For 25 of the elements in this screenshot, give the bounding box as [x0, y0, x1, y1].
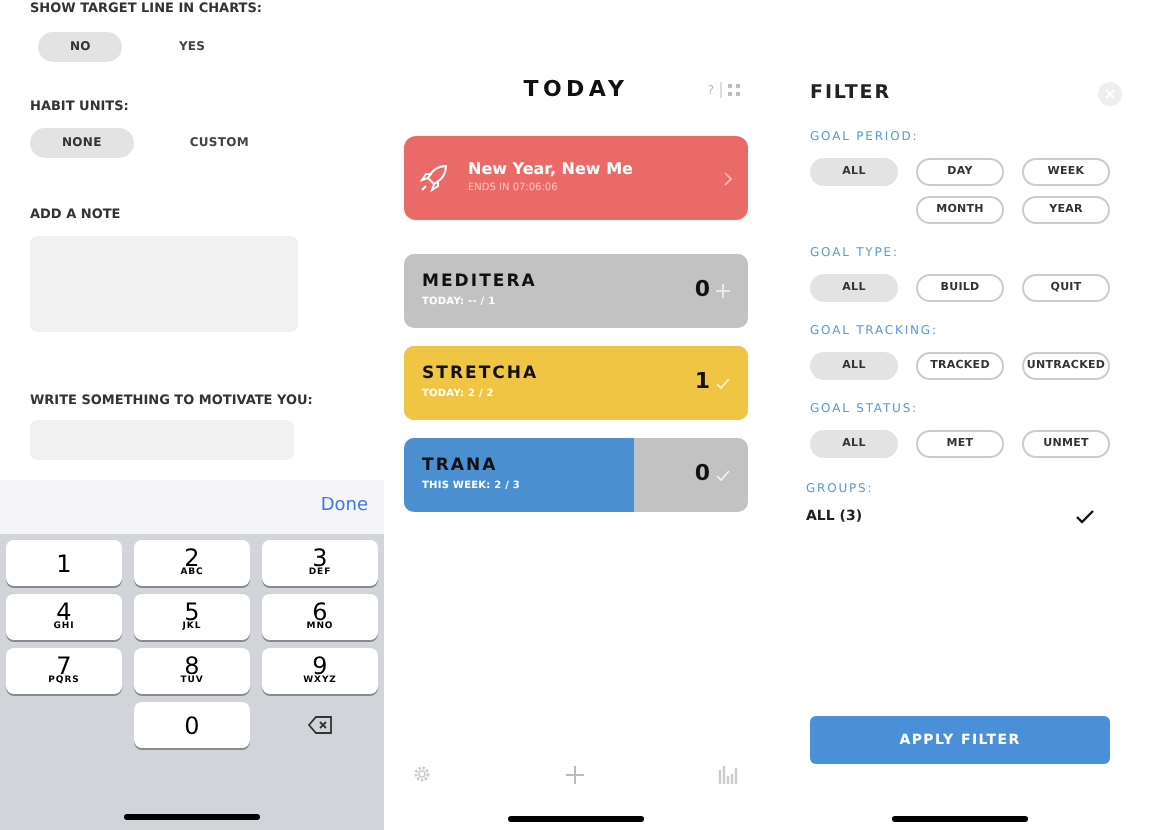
done-button[interactable]: Done [320, 493, 368, 521]
home-indicator [508, 816, 644, 822]
plus-icon[interactable] [716, 284, 730, 298]
habit-name: STRETCHA [422, 362, 539, 388]
screen-title: TODAY [523, 73, 629, 106]
backspace-icon[interactable] [308, 716, 332, 734]
settings-icon[interactable] [412, 764, 432, 784]
challenge-title: New Year, New Me [468, 158, 633, 182]
habit-count: 1 [694, 366, 710, 399]
home-indicator [892, 816, 1028, 822]
add-icon[interactable] [566, 765, 584, 783]
filter-title: FILTER [810, 80, 891, 108]
check-icon[interactable] [716, 377, 730, 389]
check-icon[interactable] [716, 469, 730, 481]
grid-icon[interactable] [728, 84, 740, 96]
habit-name: MEDITERA [422, 270, 537, 296]
habit-name: TRANA [422, 454, 500, 480]
chevron-right-icon [724, 171, 732, 185]
keypad-key[interactable]: 0 [134, 702, 250, 748]
habit-count: 0 [694, 274, 710, 307]
rocket-icon [420, 164, 448, 192]
home-indicator [124, 814, 260, 820]
keypad-key[interactable]: 1 [6, 540, 122, 586]
bar-chart-icon[interactable] [718, 764, 740, 784]
habit-count: 0 [694, 458, 710, 491]
